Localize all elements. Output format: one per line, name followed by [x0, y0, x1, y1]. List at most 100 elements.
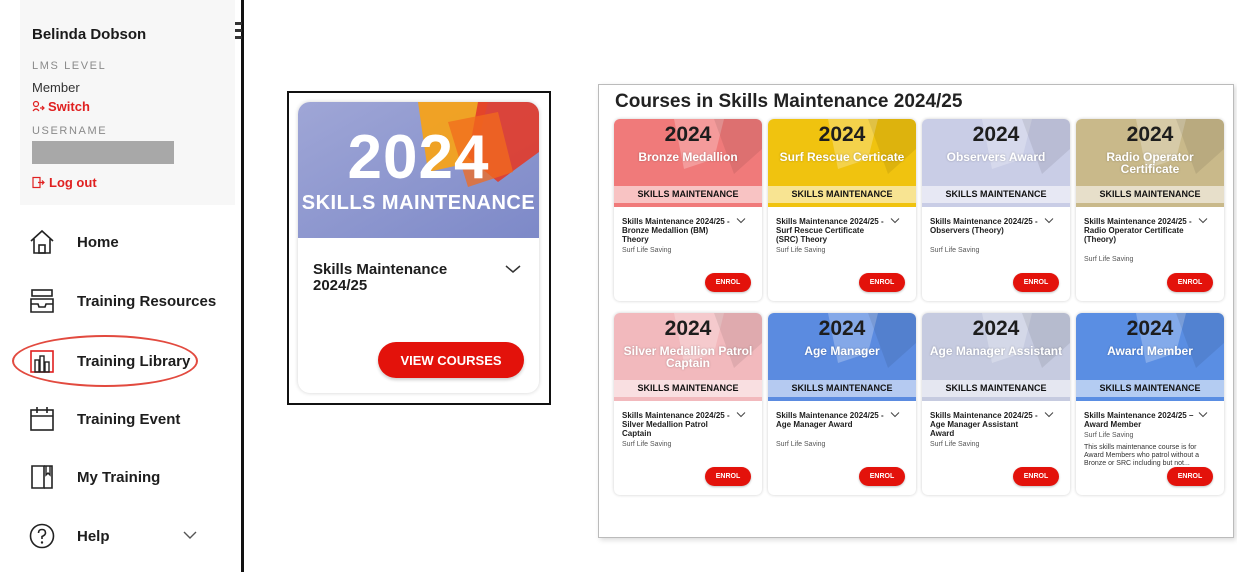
chevron-down-icon[interactable]	[1044, 411, 1054, 418]
enrol-button[interactable]: ENROL	[705, 273, 751, 292]
nav-label: Training Resources	[77, 292, 217, 310]
course-banner: 2024 Observers Award SKILLS MAINTENANCE	[922, 119, 1070, 207]
chevron-down-icon[interactable]	[1044, 217, 1054, 224]
nav-item-training-resources[interactable]: Training Resources	[27, 281, 227, 321]
course-title: Skills Maintenance 2024/25 - Age Manager…	[930, 411, 1038, 438]
course-banner: 2024 Silver Medallion Patrol Captain SKILL…	[614, 313, 762, 401]
course-year: 2024	[972, 123, 1020, 146]
course-banner: 2024 Radio Operator Certificate SKILLS MAI…	[1076, 119, 1224, 207]
banner-year: 2024	[347, 123, 490, 192]
course-organisation: Surf Life Saving	[1084, 432, 1134, 439]
course-year: 2024	[818, 123, 866, 146]
course-year: 2024	[1126, 317, 1174, 340]
course-banner-strip: SKILLS MAINTENANCE	[791, 189, 893, 199]
enrol-button[interactable]: ENROL	[705, 467, 751, 486]
nav-item-training-event[interactable]: Training Event	[27, 399, 227, 439]
course-banner-strip: SKILLS MAINTENANCE	[1099, 189, 1201, 199]
username-redacted	[32, 141, 174, 164]
nav-label: Training Event	[77, 410, 181, 428]
featured-category-card[interactable]: 2024 SKILLS MAINTENANCE Skills Maintenan…	[298, 102, 539, 393]
course-organisation: Surf Life Saving	[930, 247, 980, 254]
nav-label: My Training	[77, 468, 161, 486]
lms-level-value: Member	[32, 80, 80, 95]
switch-label: Switch	[48, 99, 90, 114]
nav-item-home[interactable]: Home	[27, 222, 227, 262]
logout-icon	[32, 176, 45, 189]
chevron-down-icon[interactable]	[890, 217, 900, 224]
course-banner-strip: SKILLS MAINTENANCE	[791, 383, 893, 393]
logout-label: Log out	[49, 175, 97, 190]
courses-panel: Courses in Skills Maintenance 2024/25 20…	[598, 84, 1234, 538]
chevron-down-icon[interactable]	[1198, 411, 1208, 418]
course-title: Skills Maintenance 2024/25 - Radio Opera…	[1084, 217, 1192, 244]
course-banner: 2024 Bronze Medallion SKILLS MAINTENANCE	[614, 119, 762, 207]
user-name: Belinda Dobson	[32, 26, 147, 43]
chevron-down-icon[interactable]	[736, 217, 746, 224]
course-banner-name: Age Manager Assistant	[929, 344, 1063, 358]
course-banner-name: Age Manager	[804, 344, 880, 358]
switch-link[interactable]: Switch	[32, 99, 90, 114]
course-card[interactable]: 2024 Radio Operator Certificate SKILLS MAI…	[1076, 119, 1224, 301]
calendar-icon	[27, 404, 57, 434]
course-organisation: Surf Life Saving	[776, 441, 826, 448]
view-courses-button[interactable]: VIEW COURSES	[378, 342, 524, 378]
course-description: This skills maintenance course is for Aw…	[1084, 444, 1200, 467]
course-card[interactable]: 2024 Award Member SKILLS MAINTENANCE Skills…	[1076, 313, 1224, 495]
course-organisation: Surf Life Saving	[622, 247, 672, 254]
enrol-button[interactable]: ENROL	[1167, 467, 1213, 486]
course-banner-strip: SKILLS MAINTENANCE	[945, 189, 1047, 199]
chevron-down-icon[interactable]	[1198, 217, 1208, 224]
featured-category-frame: 2024 SKILLS MAINTENANCE Skills Maintenan…	[287, 91, 551, 405]
course-banner-strip: SKILLS MAINTENANCE	[637, 189, 739, 199]
library-icon	[27, 346, 57, 376]
nav-item-training-library[interactable]: Training Library	[27, 341, 227, 381]
course-card[interactable]: 2024 Observers Award SKILLS MAINTENANCE Ski…	[922, 119, 1070, 301]
course-year: 2024	[664, 123, 712, 146]
nav-item-help[interactable]: Help	[27, 516, 227, 556]
banner-title: SKILLS MAINTENANCE	[301, 192, 536, 214]
enrol-button[interactable]: ENROL	[1167, 273, 1213, 292]
course-banner-name: Award Member	[1107, 344, 1193, 358]
sidebar: Belinda Dobson LMS LEVEL Member Switch U…	[0, 0, 244, 572]
chevron-down-icon[interactable]	[890, 411, 900, 418]
home-icon	[27, 227, 57, 257]
course-banner-strip: SKILLS MAINTENANCE	[1099, 383, 1201, 393]
course-year: 2024	[1126, 123, 1174, 146]
course-organisation: Surf Life Saving	[930, 441, 980, 448]
course-title: Skills Maintenance 2024/25 - Surf Rescue…	[776, 217, 884, 244]
course-banner: 2024 Surf Rescue Certicate SKILLS MAINTENA…	[768, 119, 916, 207]
enrol-button[interactable]: ENROL	[859, 467, 905, 486]
chevron-down-icon[interactable]	[183, 530, 197, 540]
course-banner: 2024 Age Manager Assistant SKILLS MAINTENA…	[922, 313, 1070, 401]
nav-label: Help	[77, 527, 110, 545]
course-card[interactable]: 2024 Silver Medallion Patrol Captain SKILL…	[614, 313, 762, 495]
course-banner-name: Surf Rescue Certicate	[779, 150, 905, 164]
course-card[interactable]: 2024 Age Manager Assistant SKILLS MAINTENA…	[922, 313, 1070, 495]
nav-item-my-training[interactable]: My Training	[27, 457, 227, 497]
course-banner: 2024 Age Manager SKILLS MAINTENANCE	[768, 313, 916, 401]
course-title: Skills Maintenance 2024/25 - Observers (…	[930, 217, 1038, 235]
course-banner-name: Bronze Medallion	[638, 150, 738, 164]
course-card[interactable]: 2024 Surf Rescue Certicate SKILLS MAINTENA…	[768, 119, 916, 301]
enrol-button[interactable]: ENROL	[1013, 467, 1059, 486]
logout-link[interactable]: Log out	[32, 175, 97, 190]
course-banner-strip: SKILLS MAINTENANCE	[945, 383, 1047, 393]
course-year: 2024	[972, 317, 1020, 340]
chevron-down-icon[interactable]	[505, 264, 521, 274]
chevron-down-icon[interactable]	[736, 411, 746, 418]
courses-heading: Courses in Skills Maintenance 2024/25	[615, 91, 963, 112]
course-year: 2024	[818, 317, 866, 340]
course-card[interactable]: 2024 Age Manager SKILLS MAINTENANCE Skills …	[768, 313, 916, 495]
lms-level-label: LMS LEVEL	[32, 60, 107, 72]
course-banner-name: Radio Operator Certificate	[1106, 150, 1194, 176]
help-icon	[27, 521, 57, 551]
enrol-button[interactable]: ENROL	[859, 273, 905, 292]
course-card[interactable]: 2024 Bronze Medallion SKILLS MAINTENANCE Sk…	[614, 119, 762, 301]
enrol-button[interactable]: ENROL	[1013, 273, 1059, 292]
course-title: Skills Maintenance 2024/25 - Age Manager…	[776, 411, 884, 429]
nav-label: Training Library	[77, 352, 191, 370]
user-profile-panel: Belinda Dobson LMS LEVEL Member Switch U…	[20, 0, 235, 205]
course-title: Skills Maintenance 2024/25 - Silver Meda…	[622, 411, 730, 438]
course-title: Skills Maintenance 2024/25 – Award Membe…	[1084, 411, 1194, 429]
category-title: Skills Maintenance 2024/25	[313, 261, 448, 294]
